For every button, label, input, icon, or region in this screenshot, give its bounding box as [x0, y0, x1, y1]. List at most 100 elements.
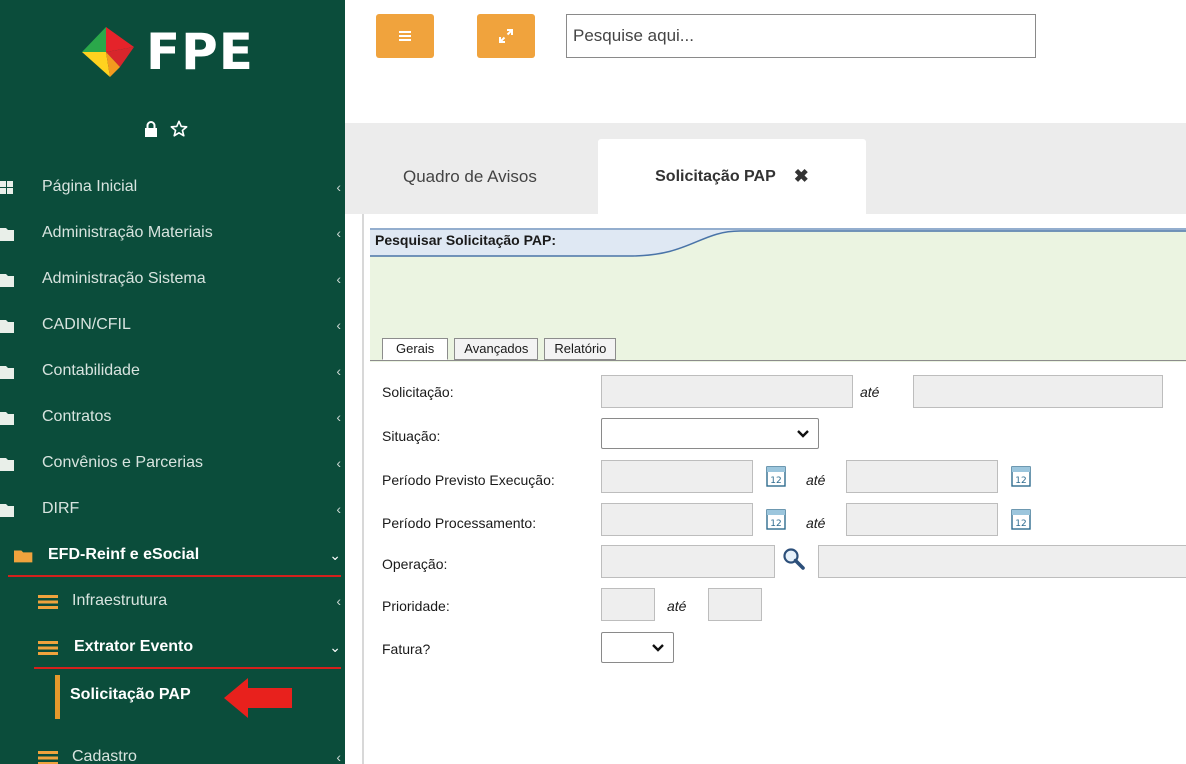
form-tab-gerais[interactable]: Gerais — [382, 338, 449, 360]
solicitacao-label: Solicitação: — [382, 384, 454, 400]
expand-button[interactable] — [477, 14, 535, 58]
sidebar-item-administracao-sistema[interactable]: Administração Sistema ‹ — [0, 257, 345, 303]
prioridade-to-input[interactable] — [708, 588, 762, 621]
situacao-label: Situação: — [382, 428, 441, 444]
calendar-icon[interactable]: 12 — [1011, 465, 1031, 487]
periodo-previsto-label: Período Previsto Execução: — [382, 472, 555, 488]
content-panel: Pesquisar Solicitação PAP: Gerais Avança… — [345, 214, 1186, 764]
star-icon[interactable] — [170, 120, 188, 138]
grid-icon — [0, 181, 13, 194]
ate-label: até — [806, 515, 826, 531]
folder-icon — [0, 458, 14, 471]
sidebar-item-label: Cadastro — [72, 748, 137, 764]
tab-solicitacao-pap[interactable]: Solicitação PAP ✖ — [598, 139, 866, 214]
list-icon — [38, 751, 58, 764]
chevron-left-icon: ‹ — [336, 409, 341, 425]
svg-text:12: 12 — [1015, 476, 1026, 486]
folder-open-icon — [14, 550, 33, 563]
ate-label: até — [667, 598, 687, 614]
chevron-left-icon: ‹ — [336, 225, 341, 241]
chevron-down-icon — [652, 644, 664, 652]
selected-indicator — [55, 675, 60, 719]
sidebar-item-contratos[interactable]: Contratos ‹ — [0, 395, 345, 441]
chevron-down-icon — [797, 430, 809, 438]
folder-icon — [0, 228, 14, 241]
chevron-left-icon: ‹ — [336, 271, 341, 287]
folder-icon — [0, 412, 14, 425]
calendar-icon[interactable]: 12 — [766, 465, 786, 487]
search-input[interactable] — [566, 14, 1036, 58]
folder-icon — [0, 366, 14, 379]
svg-text:12: 12 — [770, 476, 781, 486]
svg-text:12: 12 — [1015, 519, 1026, 529]
sidebar-item-label: Infraestrutura — [72, 592, 168, 609]
ate-label: até — [860, 384, 880, 400]
calendar-icon[interactable]: 12 — [1011, 508, 1031, 530]
folder-icon — [0, 274, 14, 287]
search-icon[interactable] — [780, 546, 808, 572]
sidebar-item-label: CADIN/CFIL — [42, 316, 131, 333]
solicitacao-to-input[interactable] — [913, 375, 1163, 408]
periodo-processamento-label: Período Processamento: — [382, 515, 537, 531]
operacao-code-input[interactable] — [601, 545, 775, 578]
close-icon[interactable]: ✖ — [794, 166, 809, 187]
menu-icon — [399, 31, 411, 41]
fpe-logo-icon — [82, 27, 134, 77]
periodo-previsto-to-input[interactable] — [846, 460, 998, 493]
calendar-icon[interactable]: 12 — [766, 508, 786, 530]
chevron-left-icon: ‹ — [336, 455, 341, 471]
fatura-select[interactable] — [601, 632, 674, 663]
sidebar-item-label: Administração Sistema — [42, 270, 206, 287]
tab-label: Solicitação PAP — [655, 167, 776, 185]
folder-icon — [0, 320, 14, 333]
menu-toggle-button[interactable] — [376, 14, 434, 58]
prioridade-label: Prioridade: — [382, 598, 450, 614]
prioridade-from-input[interactable] — [601, 588, 655, 621]
sidebar-item-dirf[interactable]: DIRF ‹ — [0, 487, 345, 533]
chevron-down-icon: ⌄ — [329, 639, 341, 655]
sidebar-item-infraestrutura[interactable]: Infraestrutura ‹ — [0, 579, 345, 625]
periodo-previsto-from-input[interactable] — [601, 460, 753, 493]
chevron-left-icon: ‹ — [336, 317, 341, 333]
chevron-left-icon: ‹ — [336, 501, 341, 517]
chevron-left-icon: ‹ — [336, 179, 341, 195]
tab-strip: Quadro de Avisos Solicitação PAP ✖ — [345, 123, 1186, 214]
sidebar-item-convenios-parcerias[interactable]: Convênios e Parcerias ‹ — [0, 441, 345, 487]
sidebar-item-cadin-cfil[interactable]: CADIN/CFIL ‹ — [0, 303, 345, 349]
sidebar-menu: Página Inicial ‹ Administração Materiais… — [0, 165, 345, 764]
ate-label: até — [806, 472, 826, 488]
solicitacao-from-input[interactable] — [601, 375, 853, 408]
sidebar-item-cadastro[interactable]: Cadastro ‹ — [0, 735, 345, 764]
logo-text: FPE — [146, 23, 254, 81]
fatura-label: Fatura? — [382, 641, 431, 657]
chevron-left-icon: ‹ — [336, 363, 341, 379]
svg-text:12: 12 — [770, 519, 781, 529]
periodo-processamento-from-input[interactable] — [601, 503, 753, 536]
sidebar-item-label: Solicitação PAP — [70, 686, 191, 703]
list-icon — [38, 641, 58, 655]
sidebar: FPE Página Inicial ‹ Administração Mater… — [0, 0, 345, 764]
operacao-description-input[interactable] — [818, 545, 1186, 578]
sidebar-item-label: EFD-Reinf e eSocial — [48, 546, 200, 563]
sidebar-item-administracao-materiais[interactable]: Administração Materiais ‹ — [0, 211, 345, 257]
red-arrow-icon — [224, 678, 292, 718]
sidebar-item-efd-reinf-esocial[interactable]: EFD-Reinf e eSocial ⌄ — [0, 533, 345, 579]
sidebar-item-pagina-inicial[interactable]: Página Inicial ‹ — [0, 165, 345, 211]
sidebar-item-label: Convênios e Parcerias — [42, 454, 203, 471]
fpe-logo[interactable]: FPE — [80, 22, 254, 82]
periodo-processamento-to-input[interactable] — [846, 503, 998, 536]
form-tab-avancados[interactable]: Avançados — [454, 338, 539, 360]
folder-icon — [0, 504, 14, 517]
situacao-select[interactable] — [601, 418, 819, 449]
sidebar-item-contabilidade[interactable]: Contabilidade ‹ — [0, 349, 345, 395]
chevron-left-icon: ‹ — [336, 593, 341, 609]
sidebar-item-extrator-evento[interactable]: Extrator Evento ⌄ — [0, 625, 345, 671]
app-window: FPE Página Inicial ‹ Administração Mater… — [0, 0, 1186, 764]
sidebar-item-solicitacao-pap[interactable]: Solicitação PAP — [0, 671, 345, 727]
form-tabs: Gerais Avançados Relatório — [382, 338, 617, 360]
chevron-left-icon: ‹ — [336, 749, 341, 764]
tab-quadro-de-avisos[interactable]: Quadro de Avisos — [403, 139, 537, 214]
lock-icon[interactable] — [142, 120, 160, 138]
chevron-down-icon: ⌄ — [329, 547, 341, 563]
form-tab-relatorio[interactable]: Relatório — [544, 338, 617, 360]
